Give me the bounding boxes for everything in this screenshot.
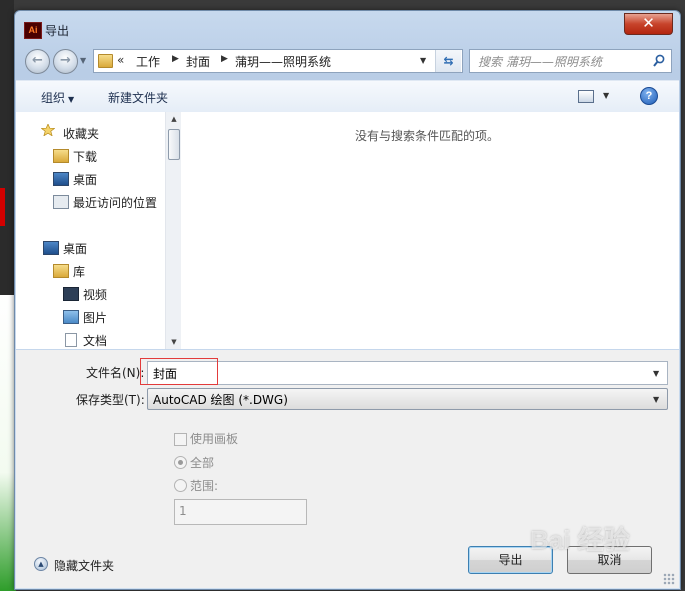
- command-bar: 组织 ▼ 新建文件夹 ▼ ?: [16, 80, 679, 113]
- star-icon: [41, 124, 55, 136]
- navigation-pane: 收藏夹 下载 桌面 最近访问的位置 桌面 库 视频 图片 文档: [16, 112, 168, 349]
- navigation-bar: ← → ▼ « 工作 ▶ 封面 ▶ 蒲玥——照明系统 ▼ ⇆ 搜索 蒲玥——照明…: [15, 46, 680, 78]
- search-placeholder: 搜索 蒲玥——照明系统: [478, 55, 602, 69]
- sidebar-desktop-root[interactable]: 桌面: [63, 240, 87, 257]
- range-label: 范围:: [190, 479, 219, 493]
- range-radio[interactable]: [174, 479, 187, 492]
- documents-icon: [65, 333, 77, 347]
- breadcrumb-item[interactable]: 封面: [186, 53, 210, 70]
- sidebar-item-downloads[interactable]: 下载: [73, 148, 97, 165]
- chevron-down-icon: ▼: [68, 95, 75, 104]
- filetype-label: 保存类型(T):: [76, 393, 145, 407]
- filename-field[interactable]: 封面 ▼: [147, 361, 668, 385]
- background-red-marker: [0, 188, 5, 226]
- empty-results-message: 没有与搜索条件匹配的项。: [355, 129, 500, 143]
- desktop-icon: [53, 172, 69, 186]
- title-bar: Ai 导出 ✕: [15, 11, 680, 45]
- sidebar-favorites[interactable]: 收藏夹: [63, 125, 99, 142]
- scroll-down-icon[interactable]: ▼: [169, 338, 179, 346]
- hide-folders-label: 隐藏文件夹: [54, 559, 115, 573]
- range-input[interactable]: 1: [174, 499, 307, 525]
- resize-grip[interactable]: [663, 573, 675, 585]
- desktop-icon: [43, 241, 59, 255]
- illustrator-app-icon: Ai: [24, 22, 42, 39]
- breadcrumb-separator-icon[interactable]: ▶: [221, 54, 228, 64]
- view-dropdown-icon[interactable]: ▼: [603, 91, 609, 100]
- recent-places-icon: [53, 195, 69, 209]
- sidebar-item-desktop[interactable]: 桌面: [73, 171, 97, 188]
- filetype-value: AutoCAD 绘图 (*.DWG): [153, 393, 288, 407]
- filename-dropdown-icon[interactable]: ▼: [653, 369, 659, 378]
- search-icon[interactable]: [653, 54, 665, 68]
- recent-locations-dropdown-icon[interactable]: ▼: [80, 57, 88, 65]
- filename-label: 文件名(N):: [86, 366, 145, 380]
- video-icon: [63, 287, 79, 301]
- all-label: 全部: [190, 456, 215, 470]
- address-bar[interactable]: « 工作 ▶ 封面 ▶ 蒲玥——照明系统 ▼ ⇆: [93, 49, 463, 73]
- close-button[interactable]: ✕: [624, 13, 673, 35]
- export-dialog: Ai 导出 ✕ ← → ▼ « 工作 ▶ 封面 ▶ 蒲玥——照明系统 ▼ ⇆ 搜…: [14, 10, 681, 590]
- address-dropdown-icon[interactable]: ▼: [420, 56, 426, 65]
- sidebar-item-documents[interactable]: 文档: [83, 332, 107, 349]
- scrollbar-thumb[interactable]: [168, 129, 180, 160]
- sidebar-item-videos[interactable]: 视频: [83, 286, 107, 303]
- breadcrumb-item[interactable]: 工作: [136, 53, 160, 70]
- organize-label: 组织: [41, 91, 66, 105]
- folder-icon: [98, 54, 113, 68]
- breadcrumb-item[interactable]: 蒲玥——照明系统: [235, 53, 331, 70]
- organize-menu[interactable]: 组织 ▼: [41, 89, 74, 106]
- radio-selected-dot: [178, 460, 183, 465]
- back-button[interactable]: ←: [25, 49, 50, 74]
- search-box[interactable]: 搜索 蒲玥——照明系统: [469, 49, 672, 73]
- filetype-dropdown-icon[interactable]: ▼: [653, 395, 659, 404]
- address-overflow-chevron[interactable]: «: [117, 53, 124, 67]
- help-icon[interactable]: ?: [640, 87, 658, 105]
- annotation-highlight-box: [140, 358, 218, 385]
- file-list-pane[interactable]: 没有与搜索条件匹配的项。: [181, 112, 679, 349]
- forward-button[interactable]: →: [53, 49, 78, 74]
- use-artboards-checkbox[interactable]: [174, 433, 187, 446]
- breadcrumb-separator-icon[interactable]: ▶: [172, 54, 179, 64]
- pictures-icon: [63, 310, 79, 324]
- all-radio[interactable]: [174, 456, 187, 469]
- sidebar-item-pictures[interactable]: 图片: [83, 309, 107, 326]
- new-folder-button[interactable]: 新建文件夹: [108, 89, 168, 106]
- filetype-select[interactable]: AutoCAD 绘图 (*.DWG) ▼: [147, 388, 668, 410]
- library-icon: [53, 264, 69, 278]
- dialog-title: 导出: [45, 24, 70, 38]
- use-artboards-label: 使用画板: [190, 432, 239, 446]
- chevron-up-icon: ▲: [34, 557, 48, 571]
- hide-folders-toggle[interactable]: ▲ 隐藏文件夹: [34, 555, 134, 573]
- sidebar-item-library[interactable]: 库: [73, 263, 85, 280]
- downloads-icon: [53, 149, 69, 163]
- sidebar-item-recent[interactable]: 最近访问的位置: [73, 194, 157, 211]
- navigation-scrollbar[interactable]: ▲ ▼: [165, 112, 181, 349]
- range-value: 1: [179, 504, 187, 518]
- scroll-up-icon[interactable]: ▲: [169, 115, 179, 123]
- change-view-icon[interactable]: [578, 90, 594, 103]
- watermark-logo: Bai 经验: [530, 525, 630, 555]
- refresh-button[interactable]: ⇆: [435, 50, 461, 72]
